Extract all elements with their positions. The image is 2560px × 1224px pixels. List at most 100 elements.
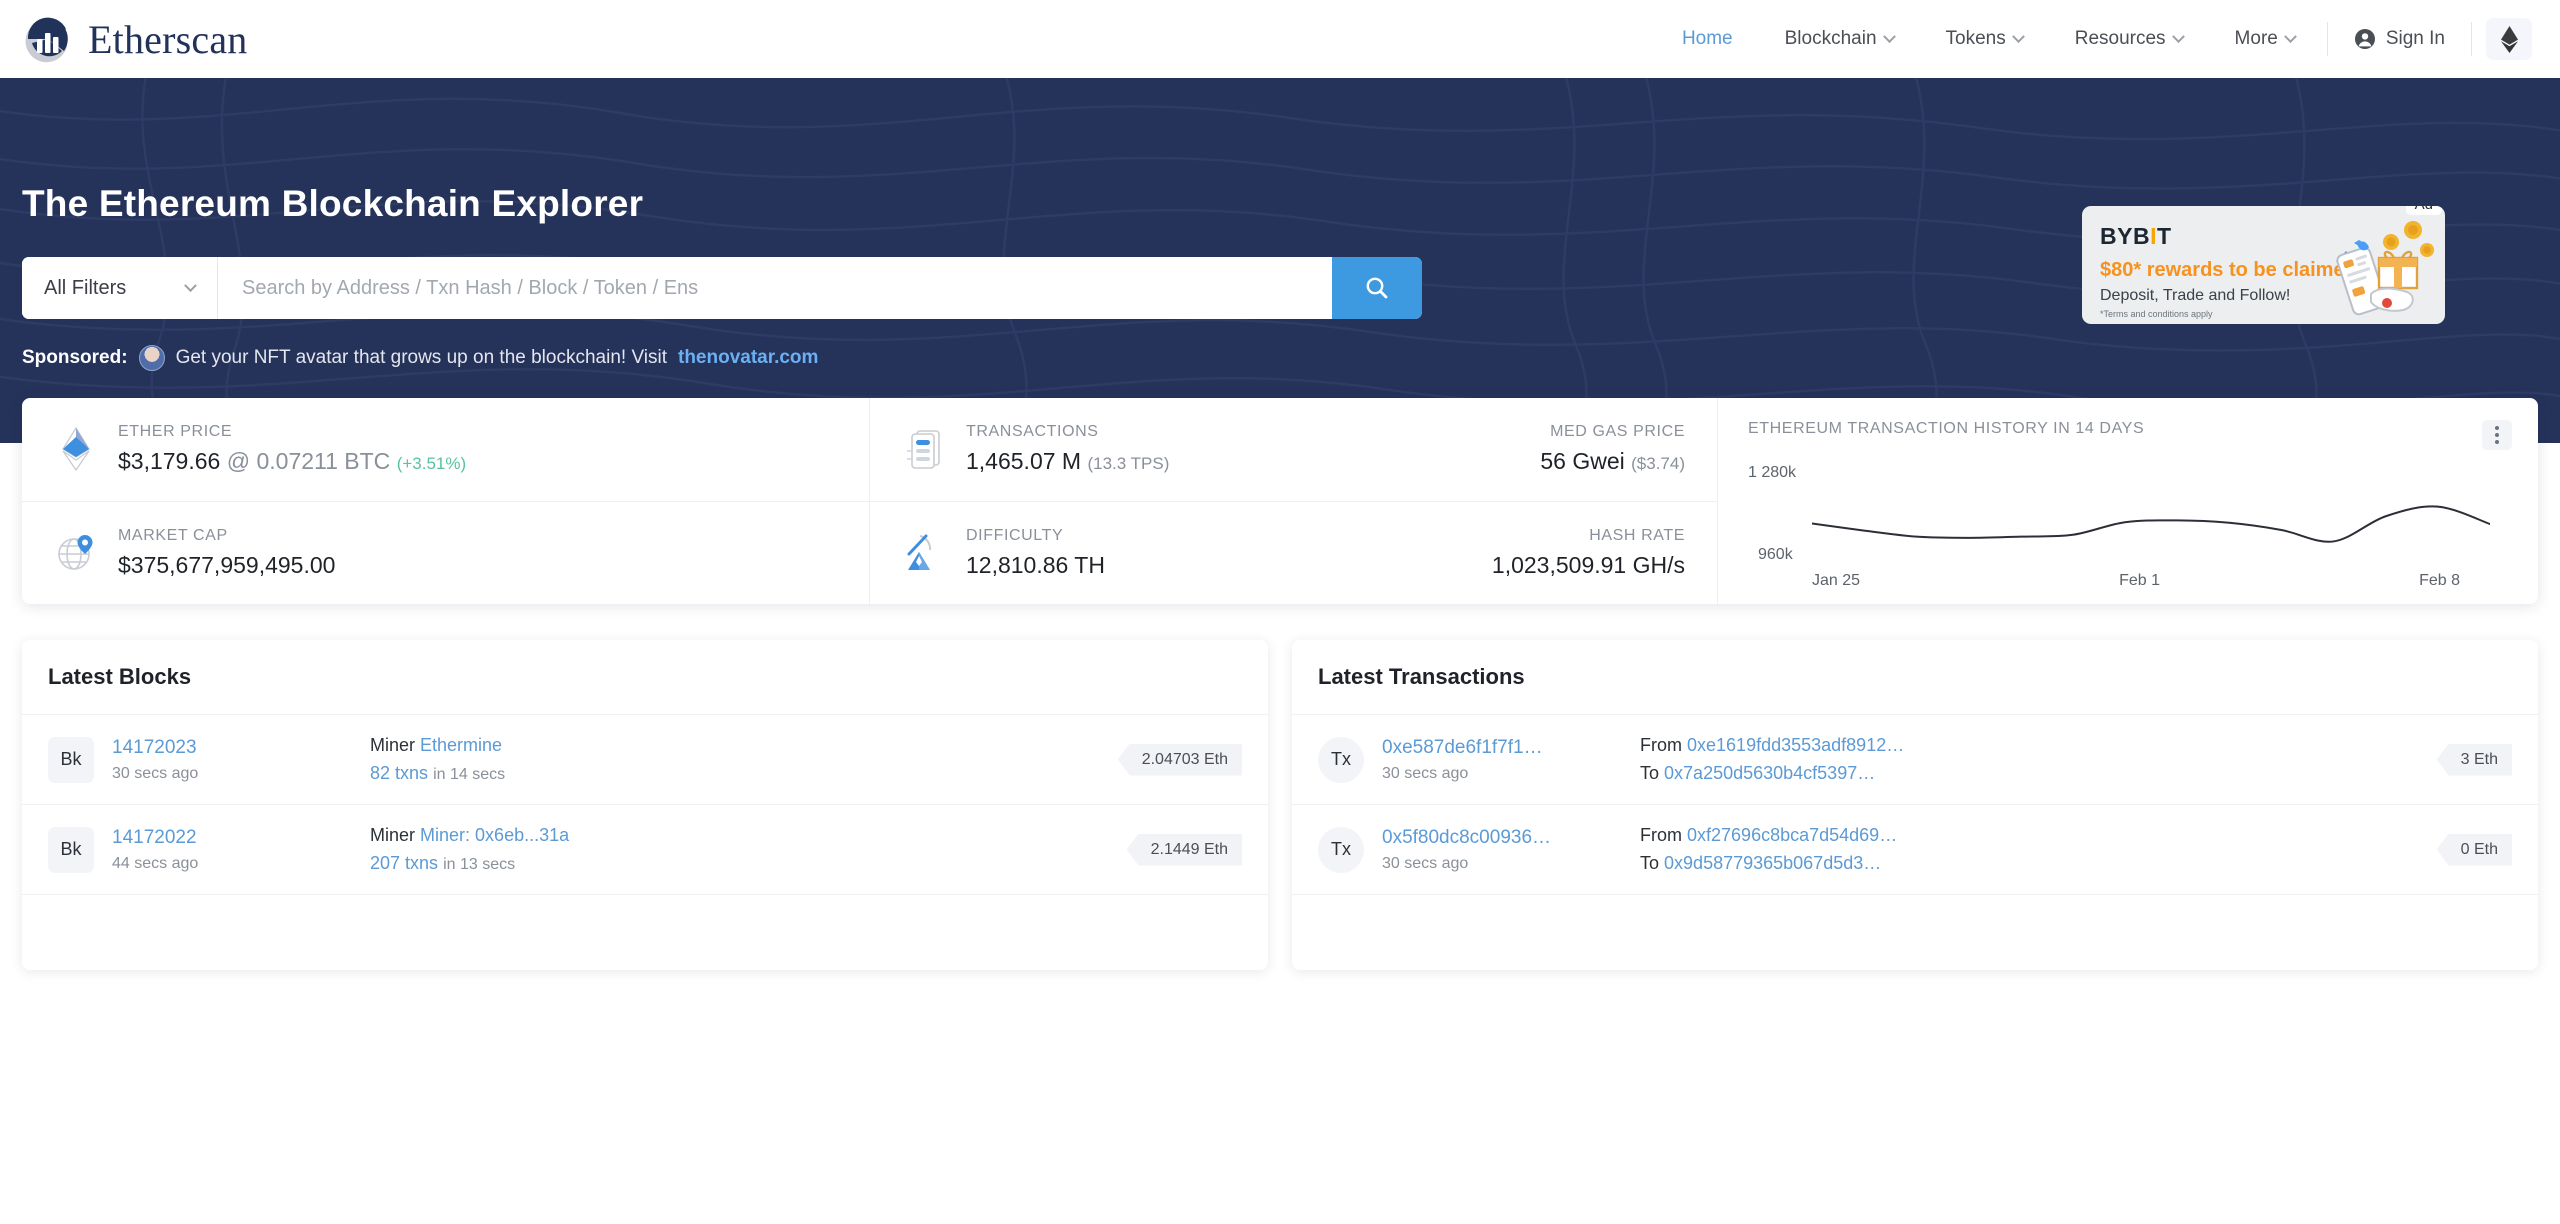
block-identity: 14172022 44 secs ago	[112, 827, 352, 873]
sponsored-text: Get your NFT avatar that grows up on the…	[175, 347, 667, 368]
transaction-details: From 0xf27696c8bca7d54d69… To 0x9d587793…	[1640, 825, 2407, 874]
stat-transactions-row: TRANSACTIONS 1,465.07 M (13.3 TPS) MED G…	[870, 398, 1717, 502]
to-address-link[interactable]: 0x9d58779365b067d5d3…	[1664, 853, 1881, 873]
nav-item-label: Blockchain	[1784, 28, 1877, 49]
nav-item-home[interactable]: Home	[1656, 18, 1759, 60]
sign-in-button[interactable]: Sign In	[2334, 18, 2465, 60]
table-row[interactable]: Tx 0xe587de6f1f7f1… 30 secs ago From 0xe…	[1292, 715, 2538, 805]
ether-price-at: @	[226, 448, 251, 475]
block-identity: 14172023 30 secs ago	[112, 737, 352, 783]
stat-med-gas-price: MED GAS PRICE 56 Gwei ($3.74)	[1540, 423, 1685, 475]
transaction-from-line: From 0xf27696c8bca7d54d69…	[1640, 825, 2407, 846]
latest-blocks-panel: Latest Blocks Bk 14172023 30 secs ago Mi…	[22, 640, 1268, 970]
chart-title: ETHEREUM TRANSACTION HISTORY IN 14 DAYS	[1748, 420, 2145, 437]
to-address-link[interactable]: 0x7a250d5630b4cf5397…	[1664, 763, 1875, 783]
transaction-from-line: From 0xe1619fdd3553adf8912…	[1640, 735, 2407, 756]
brand-name: Etherscan	[88, 16, 248, 62]
nav-item-label: Tokens	[1945, 28, 2006, 49]
search-button[interactable]	[1332, 257, 1422, 319]
block-reward-badge: 2.1449 Eth	[1126, 833, 1242, 866]
etherscan-logo-icon	[22, 13, 74, 65]
sponsored-link[interactable]: thenovatar.com	[678, 347, 818, 369]
stat-market-cap: MARKET CAP $375,677,959,495.00	[22, 502, 869, 605]
transaction-tag-icon: Tx	[1318, 736, 1364, 783]
to-label: To	[1640, 763, 1660, 783]
sponsor-avatar-icon	[138, 345, 165, 371]
chevron-down-icon	[2283, 29, 2297, 43]
transaction-details: From 0xe1619fdd3553adf8912… To 0x7a250d5…	[1640, 735, 2407, 784]
chevron-down-icon	[1882, 29, 1896, 43]
miner-link[interactable]: Miner: 0x6eb...31a	[420, 825, 569, 845]
stat-hash-rate: HASH RATE 1,023,509.91 GH/s	[1492, 527, 1685, 579]
block-txns-link[interactable]: 82 txns	[370, 763, 428, 783]
from-address-link[interactable]: 0xe1619fdd3553adf8912…	[1687, 735, 1904, 755]
kebab-dot	[2495, 433, 2499, 437]
ad-badge: Ad	[2405, 206, 2442, 215]
filter-dropdown[interactable]: All Filters	[22, 257, 218, 319]
chart-header: ETHEREUM TRANSACTION HISTORY IN 14 DAYS	[1748, 420, 2512, 450]
transaction-hash-link[interactable]: 0x5f80dc8c00936…	[1382, 827, 1622, 849]
bybit-logo-part-b: T	[2156, 223, 2172, 249]
block-number-link[interactable]: 14172023	[112, 737, 352, 759]
ethereum-diamond-icon	[2500, 25, 2518, 53]
bybit-logo-part-a: BYB	[2100, 223, 2151, 249]
nav-item-label: Home	[1681, 28, 1733, 49]
transaction-age: 30 secs ago	[1382, 854, 1469, 872]
search-input[interactable]	[218, 257, 1332, 319]
network-switch-button[interactable]	[2486, 18, 2532, 60]
latest-panels: Latest Blocks Bk 14172023 30 secs ago Mi…	[22, 640, 2538, 970]
to-label: To	[1640, 853, 1660, 873]
transactions-tps: (13.3 TPS)	[1087, 454, 1170, 474]
sponsored-prefix: Sponsored:	[22, 347, 128, 368]
transaction-to-line: To 0x9d58779365b067d5d3…	[1640, 853, 2407, 874]
chart-plot-area: 1 280k 960k Jan 25 Feb 1 Feb 8	[1748, 460, 2512, 590]
block-details: Miner Miner: 0x6eb...31a 207 txns in 13 …	[370, 825, 1097, 874]
block-miner-line: Miner Ethermine	[370, 735, 1088, 756]
user-account-icon	[2354, 29, 2375, 49]
stats-column-middle: TRANSACTIONS 1,465.07 M (13.3 TPS) MED G…	[869, 398, 1718, 604]
ad-headline-amount: $80*	[2100, 259, 2142, 281]
table-row[interactable]: Tx 0x5f80dc8c00936… 30 secs ago From 0xf…	[1292, 805, 2538, 895]
miner-label: Miner	[370, 735, 416, 755]
transaction-amount-badge: 3 Eth	[2436, 743, 2512, 776]
latest-transactions-panel: Latest Transactions Tx 0xe587de6f1f7f1… …	[1292, 640, 2538, 970]
nav-item-blockchain[interactable]: Blockchain	[1759, 18, 1920, 60]
table-row[interactable]: Bk 14172023 30 secs ago Miner Ethermine …	[22, 715, 1268, 805]
stat-label: TRANSACTIONS	[966, 423, 1099, 441]
brand-logo[interactable]: Etherscan	[22, 13, 248, 65]
chevron-down-icon	[184, 278, 197, 292]
hero-section: The Ethereum Blockchain Explorer All Fil…	[0, 78, 2560, 443]
chart-x-label: Feb 1	[2119, 572, 2161, 589]
chart-menu-button[interactable]	[2482, 420, 2512, 450]
block-tag-icon: Bk	[48, 826, 94, 873]
table-row[interactable]: Bk 14172022 44 secs ago Miner Miner: 0x6…	[22, 805, 1268, 895]
bybit-logo-part-i: I	[2150, 223, 2157, 249]
advertisement-banner[interactable]: Ad BYBIT $80* rewards to be claimed Depo…	[2082, 206, 2445, 324]
page-title: The Ethereum Blockchain Explorer	[22, 183, 644, 224]
nav-item-more[interactable]: More	[2209, 18, 2321, 60]
block-number-link[interactable]: 14172022	[112, 827, 352, 849]
block-txns-line: 82 txns in 14 secs	[370, 763, 1088, 784]
transactions-count: 1,465.07 M	[966, 448, 1082, 475]
block-age: 30 secs ago	[112, 764, 199, 782]
from-label: From	[1640, 825, 1682, 845]
block-txns-link[interactable]: 207 txns	[370, 853, 438, 873]
chevron-down-icon	[2171, 29, 2185, 43]
nav-divider	[2326, 22, 2328, 56]
from-address-link[interactable]: 0xf27696c8bca7d54d69…	[1687, 825, 1897, 845]
transaction-hash-link[interactable]: 0xe587de6f1f7f1…	[1382, 737, 1622, 759]
block-reward-badge: 2.04703 Eth	[1117, 743, 1242, 776]
chart-x-label: Jan 25	[1812, 572, 1861, 589]
nav-item-label: Resources	[2074, 28, 2166, 49]
stat-label: DIFFICULTY	[966, 526, 1064, 544]
chart-x-label: Feb 8	[2419, 572, 2460, 589]
chart-x-axis: Jan 25 Feb 1 Feb 8	[1748, 572, 2512, 590]
filter-dropdown-label: All Filters	[44, 276, 127, 299]
miner-link[interactable]: Ethermine	[420, 735, 502, 755]
transaction-to-line: To 0x7a250d5630b4cf5397…	[1640, 763, 2407, 784]
ether-price-btc: 0.07211 BTC	[256, 448, 391, 475]
block-age: 44 secs ago	[112, 854, 199, 872]
transaction-identity: 0xe587de6f1f7f1… 30 secs ago	[1382, 737, 1622, 783]
nav-item-tokens[interactable]: Tokens	[1920, 18, 2049, 60]
nav-item-resources[interactable]: Resources	[2049, 18, 2209, 60]
